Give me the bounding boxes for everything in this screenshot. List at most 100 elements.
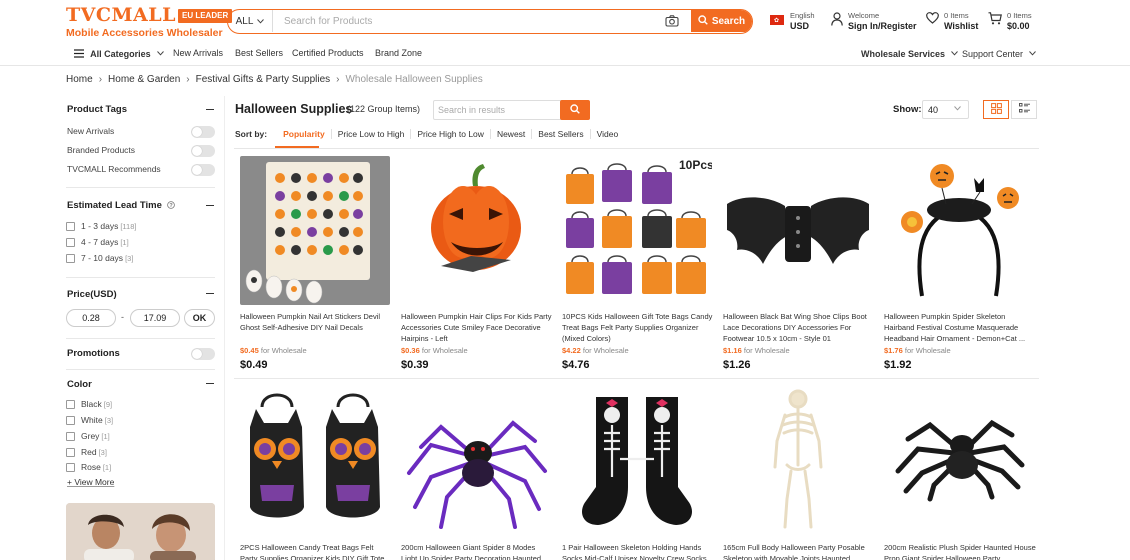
help-icon[interactable]: ? — [166, 201, 175, 212]
sort-video[interactable]: Video — [591, 129, 625, 139]
nav-wholesale-services[interactable]: Wholesale Services — [861, 48, 958, 59]
nav-best-sellers[interactable]: Best Sellers — [235, 48, 283, 58]
collapse-icon[interactable] — [206, 109, 214, 111]
chevron-down-icon — [1028, 48, 1036, 58]
product-name[interactable]: Halloween Pumpkin Hair Clips For Kids Pa… — [401, 311, 553, 344]
wholesale-price: $0.36 for Wholesale — [401, 346, 468, 355]
wholesale-price-value: $1.76 — [884, 346, 903, 355]
filter-promotions: Promotions — [66, 348, 215, 360]
checkbox[interactable] — [66, 399, 75, 409]
price-ok-button[interactable]: OK — [184, 309, 215, 327]
nav-certified-products[interactable]: Certified Products — [292, 48, 364, 58]
camera-icon[interactable] — [665, 14, 679, 28]
color-option[interactable]: Red [3] — [66, 447, 107, 457]
site-logo[interactable]: TVCMALL EU LEADER Mobile Accessories Who… — [66, 4, 233, 39]
color-option[interactable]: Grey [1] — [66, 431, 110, 441]
search-in-results-button[interactable] — [560, 100, 590, 120]
price-min-input[interactable]: 0.28 — [66, 309, 116, 327]
product-image[interactable]: 10Pcs — [562, 156, 712, 305]
color-option[interactable]: Rose [1] — [66, 462, 111, 472]
color-option[interactable]: Black [9] — [66, 399, 112, 409]
grid-view-button[interactable] — [983, 100, 1009, 119]
search-category-select[interactable]: ALL — [228, 10, 273, 32]
product-image[interactable] — [723, 156, 873, 305]
all-categories-button[interactable]: All Categories — [74, 48, 165, 60]
chevron-down-icon — [157, 48, 165, 58]
product-name[interactable]: Halloween Black Bat Wing Shoe Clips Boot… — [723, 311, 875, 344]
lead-time-option[interactable]: 1 - 3 days [118] — [66, 221, 136, 231]
cart-link[interactable]: 0 Items $0.00 — [988, 11, 1032, 31]
search-input[interactable] — [284, 10, 664, 32]
product-name[interactable]: 200cm Halloween Giant Spider 8 Modes Lig… — [401, 542, 553, 560]
checkbox[interactable] — [66, 462, 75, 472]
product-image[interactable] — [884, 156, 1034, 305]
list-view-button[interactable] — [1011, 100, 1037, 119]
tvcmall-recommends-toggle[interactable] — [191, 164, 215, 176]
divider — [66, 369, 215, 370]
sort-newest[interactable]: Newest — [491, 129, 533, 139]
view-more-link[interactable]: + View More — [67, 477, 114, 487]
product-name[interactable]: 2PCS Halloween Candy Treat Bags Felt Par… — [240, 542, 392, 560]
new-arrivals-toggle[interactable] — [191, 126, 215, 138]
breadcrumb-home[interactable]: Home — [66, 74, 93, 85]
breadcrumb-festival-gifts[interactable]: Festival Gifts & Party Supplies — [196, 74, 331, 85]
lead-time-option[interactable]: 7 - 10 days [3] — [66, 253, 133, 263]
collapse-icon[interactable] — [206, 205, 214, 207]
product-image[interactable] — [401, 387, 551, 536]
checkbox[interactable] — [66, 253, 75, 263]
language-label: English — [790, 11, 815, 20]
account-menu[interactable]: Welcome Sign In/Register — [831, 11, 917, 31]
product-image[interactable] — [723, 387, 873, 536]
nav-support-center[interactable]: Support Center — [962, 48, 1036, 59]
checkbox[interactable] — [66, 221, 75, 231]
wholesale-price: $0.45 for Wholesale — [240, 346, 307, 355]
search-bar: ALL Search — [227, 9, 753, 34]
nav-brand-zone[interactable]: Brand Zone — [375, 48, 422, 58]
lead-time-option[interactable]: 4 - 7 days [1] — [66, 237, 129, 247]
product-price: $4.76 — [562, 359, 590, 371]
product-name[interactable]: Halloween Pumpkin Spider Skeleton Hairba… — [884, 311, 1036, 344]
product-name[interactable]: 200cm Realistic Plush Spider Haunted Hou… — [884, 542, 1036, 560]
sort-price-high-low[interactable]: Price High to Low — [411, 129, 491, 139]
product-image[interactable] — [884, 387, 1034, 536]
filter-branded-products: Branded Products — [66, 145, 215, 157]
product-name[interactable]: 1 Pair Halloween Skeleton Holding Hands … — [562, 542, 714, 560]
page-size-select[interactable]: 40 — [922, 100, 969, 119]
sort-popularity[interactable]: Popularity — [277, 129, 332, 139]
sort-best-sellers[interactable]: Best Sellers — [532, 129, 591, 139]
search-in-results-input[interactable] — [438, 103, 560, 117]
product-name[interactable]: 165cm Full Body Halloween Party Posable … — [723, 542, 875, 560]
checkbox[interactable] — [66, 431, 75, 441]
search-button[interactable]: Search — [691, 10, 752, 32]
wishlist-link[interactable]: 0 Items Wishlist — [926, 11, 978, 31]
promo-banner[interactable] — [66, 503, 215, 560]
lead-time-title: Estimated Lead Time — [67, 200, 162, 211]
product-image[interactable] — [240, 156, 390, 305]
breadcrumb-home-garden[interactable]: Home & Garden — [108, 74, 180, 85]
signin-link[interactable]: Sign In/Register — [848, 21, 917, 31]
collapse-icon[interactable] — [206, 293, 214, 295]
checkbox[interactable] — [66, 237, 75, 247]
language-currency-selector[interactable]: English USD — [770, 11, 815, 31]
sort-price-low-high[interactable]: Price Low to High — [332, 129, 412, 139]
checkbox[interactable] — [66, 415, 75, 425]
chevron-down-icon — [954, 104, 961, 113]
product-image[interactable] — [562, 387, 712, 536]
product-image[interactable] — [240, 387, 390, 536]
wishlist-count: 0 Items — [944, 11, 969, 20]
wholesale-label: for Wholesale — [582, 346, 629, 355]
color-option[interactable]: White [3] — [66, 415, 113, 425]
price-max-input[interactable]: 17.09 — [130, 309, 180, 327]
product-name[interactable]: Halloween Pumpkin Nail Art Stickers Devi… — [240, 311, 392, 344]
product-name[interactable]: 10PCS Kids Halloween Gift Tote Bags Cand… — [562, 311, 714, 344]
collapse-icon[interactable] — [206, 383, 214, 385]
filter-tvcmall-recommends: TVCMALL Recommends — [66, 164, 215, 176]
checkbox[interactable] — [66, 447, 75, 457]
search-button-label: Search — [711, 15, 746, 27]
logo-wordmark: TVCMALL — [66, 4, 176, 26]
promotions-toggle[interactable] — [191, 348, 215, 360]
option-label: Red — [81, 447, 97, 457]
branded-products-toggle[interactable] — [191, 145, 215, 157]
product-image[interactable] — [401, 156, 551, 305]
nav-new-arrivals[interactable]: New Arrivals — [173, 48, 223, 58]
